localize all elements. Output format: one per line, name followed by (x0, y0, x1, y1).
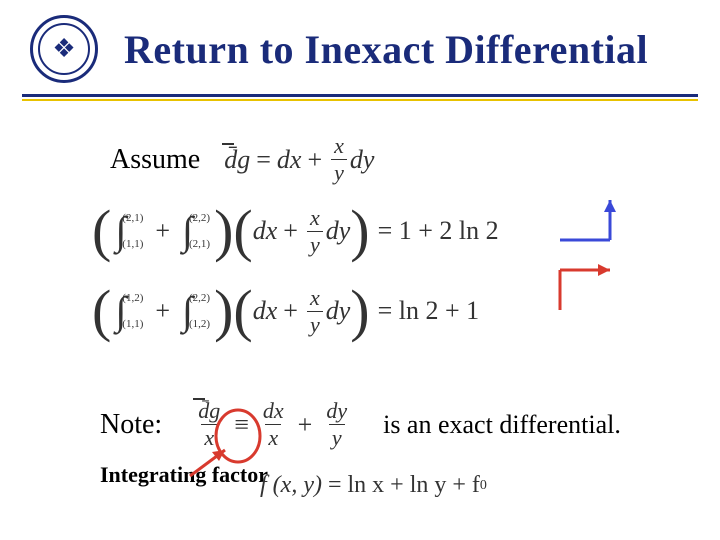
red-arrow-head-icon (212, 450, 225, 461)
plus: + (283, 216, 298, 246)
eq-sign: = (328, 472, 342, 499)
f-result: f (x, y) = ln x + ln y + f 0 (260, 472, 487, 499)
lparen: ( (92, 202, 111, 260)
assume-label: Assume (110, 144, 200, 176)
blue-path-arrow-1 (560, 200, 616, 240)
f-lhs: f (x, y) (260, 472, 322, 499)
integ-t1: dx (253, 216, 278, 246)
frac-dy-y: dy y (323, 400, 350, 449)
integ-suf: dy (326, 296, 351, 326)
red-path-arrow-2 (560, 264, 610, 310)
lim-low: (1,1) (122, 238, 143, 250)
university-logo: ❖ (30, 15, 98, 83)
rparen2: ) (350, 282, 369, 340)
num: dy (323, 400, 350, 424)
assume-row: Assume d̄g = dx + x y dy (110, 135, 374, 184)
integral-group: ( ∫ (2,1) (1,1) + ∫ (2,2) (2,1) ) (92, 202, 499, 362)
ident-sign: ≡ (234, 410, 249, 440)
den: y (307, 231, 323, 256)
plus: + (155, 216, 170, 246)
int-c: ∫ (1,2) (1,1) (115, 291, 143, 331)
int-a: ∫ (2,1) (1,1) (115, 211, 143, 251)
integ-suf: dy (326, 216, 351, 246)
header-rules (22, 94, 698, 100)
term-dy: dy (350, 145, 375, 175)
plus: + (283, 296, 298, 326)
exact-differential-text: is an exact differential. (383, 410, 621, 440)
f-rhs: ln x + ln y + f (348, 472, 480, 499)
num: d̄g (195, 400, 223, 424)
frac-dbarg-x: d̄g x (195, 400, 223, 449)
note-formula: d̄g x ≡ dx x + dy y (192, 400, 353, 449)
integ-t1: dx (253, 296, 278, 326)
dbar-g: d̄g (224, 145, 250, 175)
rparen2: ) (350, 202, 369, 260)
assume-formula: d̄g = dx + x y dy (224, 135, 374, 184)
den: x (201, 424, 217, 449)
plus: + (155, 296, 170, 326)
frac-num: x (331, 135, 347, 159)
num: x (307, 287, 323, 311)
lparen: ( (92, 282, 111, 340)
limits-a: (2,1) (1,1) (122, 212, 143, 250)
den: y (307, 311, 323, 336)
note-label: Note: (100, 409, 162, 441)
lparen2: ( (233, 282, 252, 340)
lim-up: (2,2) (189, 212, 210, 224)
plus: + (298, 410, 313, 440)
integrating-factor-label: Integrating factor (100, 462, 268, 488)
rule-gold (22, 99, 698, 101)
eq-sign: = (256, 145, 271, 175)
frac: x y (307, 287, 323, 336)
rule-blue (22, 94, 698, 97)
term-dx: dx (277, 145, 302, 175)
header: ❖ Return to Inexact Differential (0, 0, 720, 88)
frac-x-y: x y (331, 135, 347, 184)
frac-den: y (331, 159, 347, 184)
integral-row-1: ( ∫ (2,1) (1,1) + ∫ (2,2) (2,1) ) (92, 202, 499, 260)
limits-b: (2,2) (2,1) (189, 212, 210, 250)
lim-low: (2,1) (189, 238, 210, 250)
limits-d: (2,2) (1,2) (189, 292, 210, 330)
num: dx (260, 400, 287, 424)
lim-up: (2,1) (122, 212, 143, 224)
lim-up: (1,2) (122, 292, 143, 304)
lim-low: (1,2) (189, 318, 210, 330)
result-1: = 1 + 2 ln 2 (378, 216, 499, 246)
note-row: Note: d̄g x ≡ dx x + dy y is an exact di… (100, 400, 621, 449)
den: x (265, 424, 281, 449)
num: x (307, 207, 323, 231)
lim-up: (2,2) (189, 292, 210, 304)
frac-dx-x: dx x (260, 400, 287, 449)
lparen2: ( (233, 202, 252, 260)
plus: + (307, 145, 322, 175)
int-b: ∫ (2,2) (2,1) (182, 211, 210, 251)
rparen: ) (214, 282, 233, 340)
integral-row-2: ( ∫ (1,2) (1,1) + ∫ (2,2) (1,2) ) (92, 282, 499, 340)
result-2: = ln 2 + 1 (378, 296, 480, 326)
rparen: ) (214, 202, 233, 260)
limits-c: (1,2) (1,1) (122, 292, 143, 330)
lim-low: (1,1) (122, 318, 143, 330)
slide-title: Return to Inexact Differential (124, 26, 648, 73)
slide: ❖ Return to Inexact Differential Assume … (0, 0, 720, 540)
f-sub: 0 (480, 478, 487, 494)
logo-glyph: ❖ (38, 23, 90, 75)
int-d: ∫ (2,2) (1,2) (182, 291, 210, 331)
den: y (329, 424, 345, 449)
frac: x y (307, 207, 323, 256)
